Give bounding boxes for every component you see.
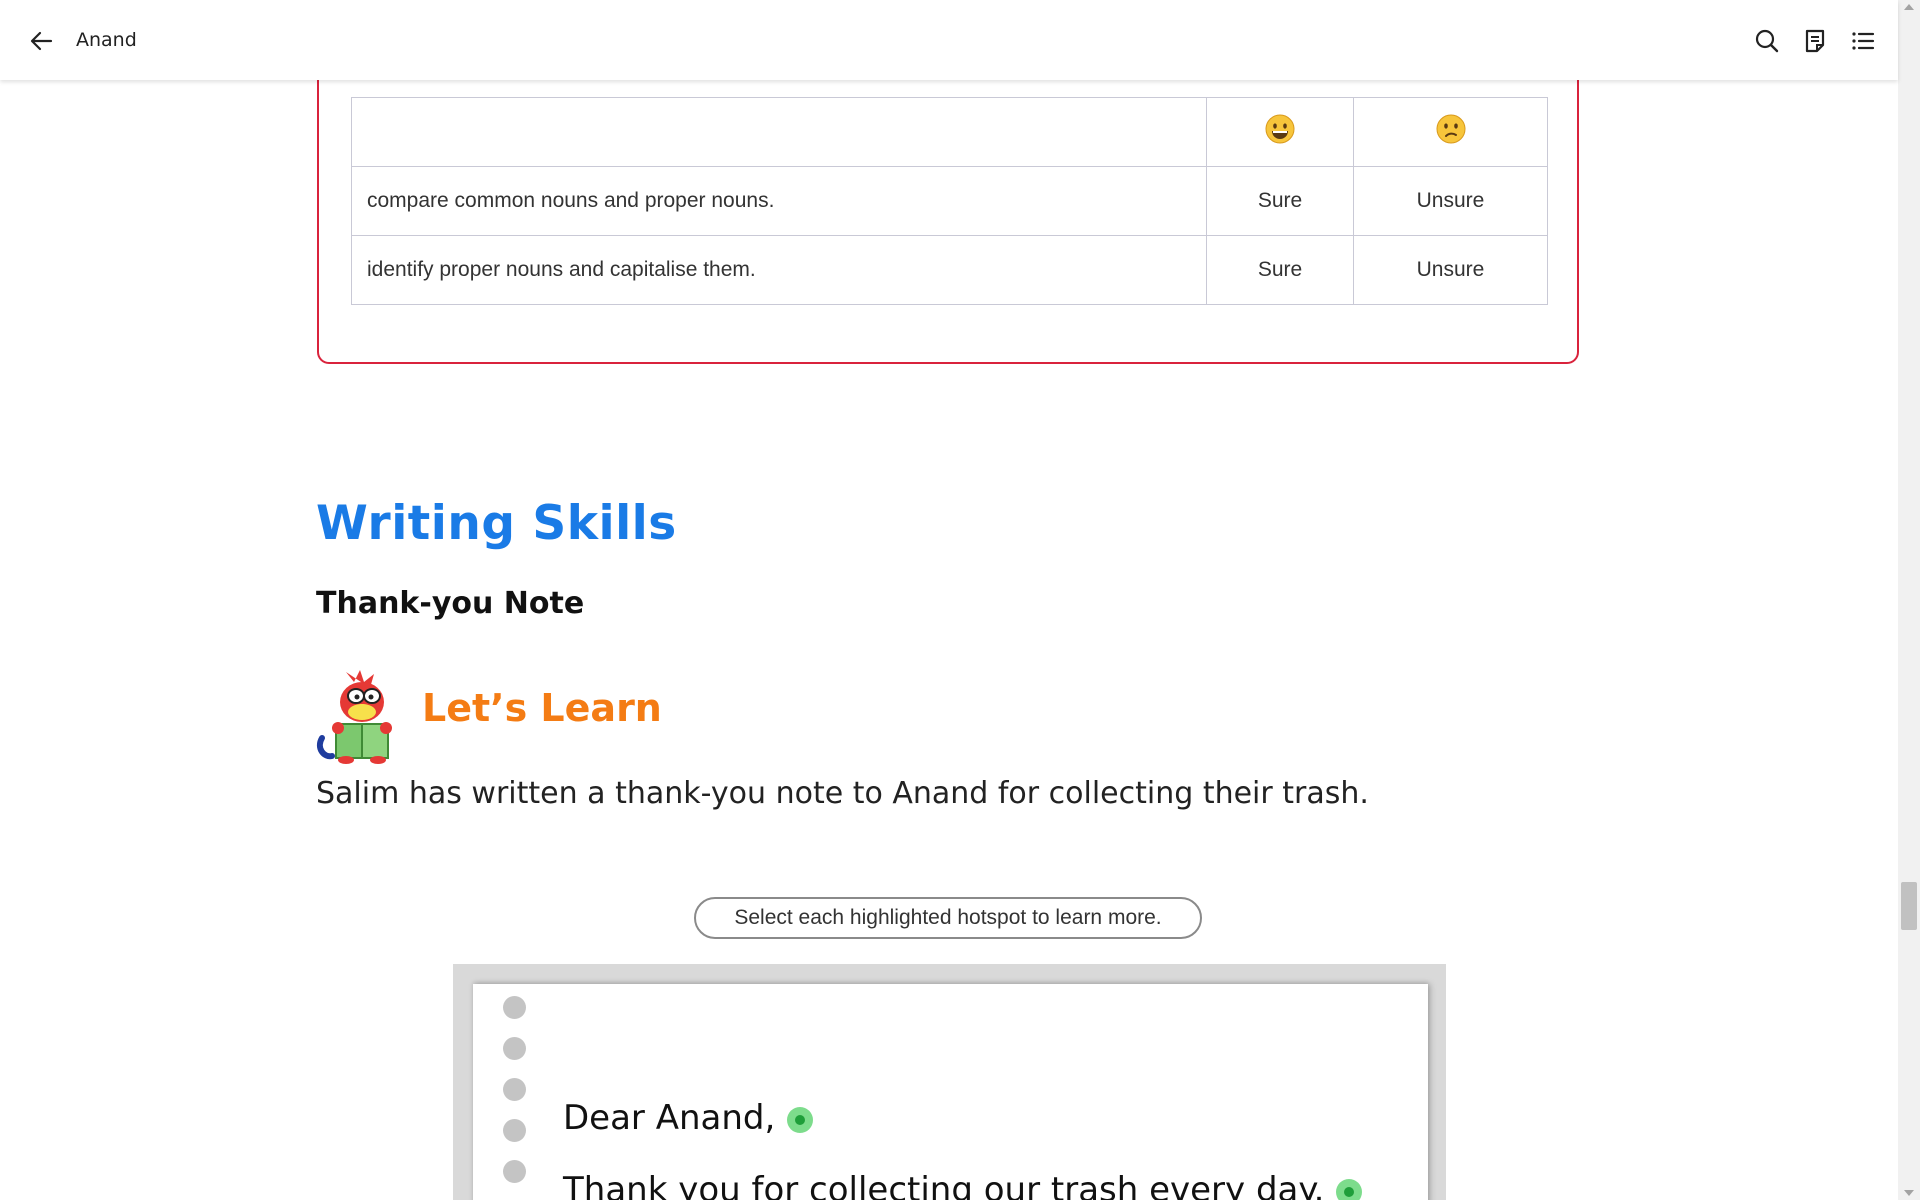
hotspot-button[interactable] xyxy=(1336,1178,1363,1200)
sure-option[interactable]: Sure xyxy=(1206,166,1354,236)
unsure-option[interactable]: Unsure xyxy=(1353,235,1548,305)
binder-hole-icon xyxy=(503,1119,526,1142)
notes-icon[interactable] xyxy=(1800,26,1830,56)
scroll-down-arrow-icon[interactable] xyxy=(1904,1190,1914,1196)
sure-option[interactable]: Sure xyxy=(1206,235,1354,305)
binder-hole-icon xyxy=(503,996,526,1019)
confused-face-emoji xyxy=(1353,97,1548,167)
section-subtitle: Thank-you Note xyxy=(316,586,585,621)
binder-hole-icon xyxy=(503,1160,526,1183)
hotspot-button[interactable] xyxy=(787,1106,814,1133)
grinning-face-emoji xyxy=(1206,97,1354,167)
note-greeting: Dear Anand, xyxy=(563,1098,776,1138)
header-blank-cell xyxy=(351,97,1207,167)
table-row: identify proper nouns and capitalise the… xyxy=(351,235,1548,305)
parrot-mascot-icon xyxy=(316,666,408,764)
note-body: Thank you for collecting our trash every… xyxy=(563,1170,1325,1200)
scrollbar-thumb[interactable] xyxy=(1901,882,1917,930)
binder-hole-icon xyxy=(503,1037,526,1060)
table-header-row xyxy=(351,97,1548,167)
statement-cell: compare common nouns and proper nouns. xyxy=(351,166,1207,236)
scroll-up-arrow-icon[interactable] xyxy=(1904,4,1914,10)
lead-paragraph: Salim has written a thank-you note to An… xyxy=(316,776,1369,811)
statement-cell: identify proper nouns and capitalise the… xyxy=(351,235,1207,305)
unsure-option[interactable]: Unsure xyxy=(1353,166,1548,236)
lets-learn-heading: Let’s Learn xyxy=(422,686,662,730)
search-icon[interactable] xyxy=(1752,26,1782,56)
thank-you-note-image: Dear Anand, Thank you for collecting our… xyxy=(453,964,1446,1200)
note-paper: Dear Anand, Thank you for collecting our… xyxy=(473,984,1428,1200)
top-bar: Anand xyxy=(0,0,1898,80)
hotspot-instruction: Select each highlighted hotspot to learn… xyxy=(694,897,1202,939)
self-check-table: compare common nouns and proper nouns. S… xyxy=(351,97,1548,305)
table-row: compare common nouns and proper nouns. S… xyxy=(351,166,1548,236)
binder-hole-icon xyxy=(503,1078,526,1101)
book-title: Anand xyxy=(76,29,137,51)
table-of-contents-icon[interactable] xyxy=(1848,26,1878,56)
note-line: Dear Anand, xyxy=(563,1098,814,1138)
vertical-scrollbar[interactable] xyxy=(1898,0,1920,1200)
note-line: Thank you for collecting our trash every… xyxy=(563,1170,1363,1200)
section-title: Writing Skills xyxy=(316,496,677,551)
back-arrow-icon[interactable] xyxy=(26,26,56,56)
